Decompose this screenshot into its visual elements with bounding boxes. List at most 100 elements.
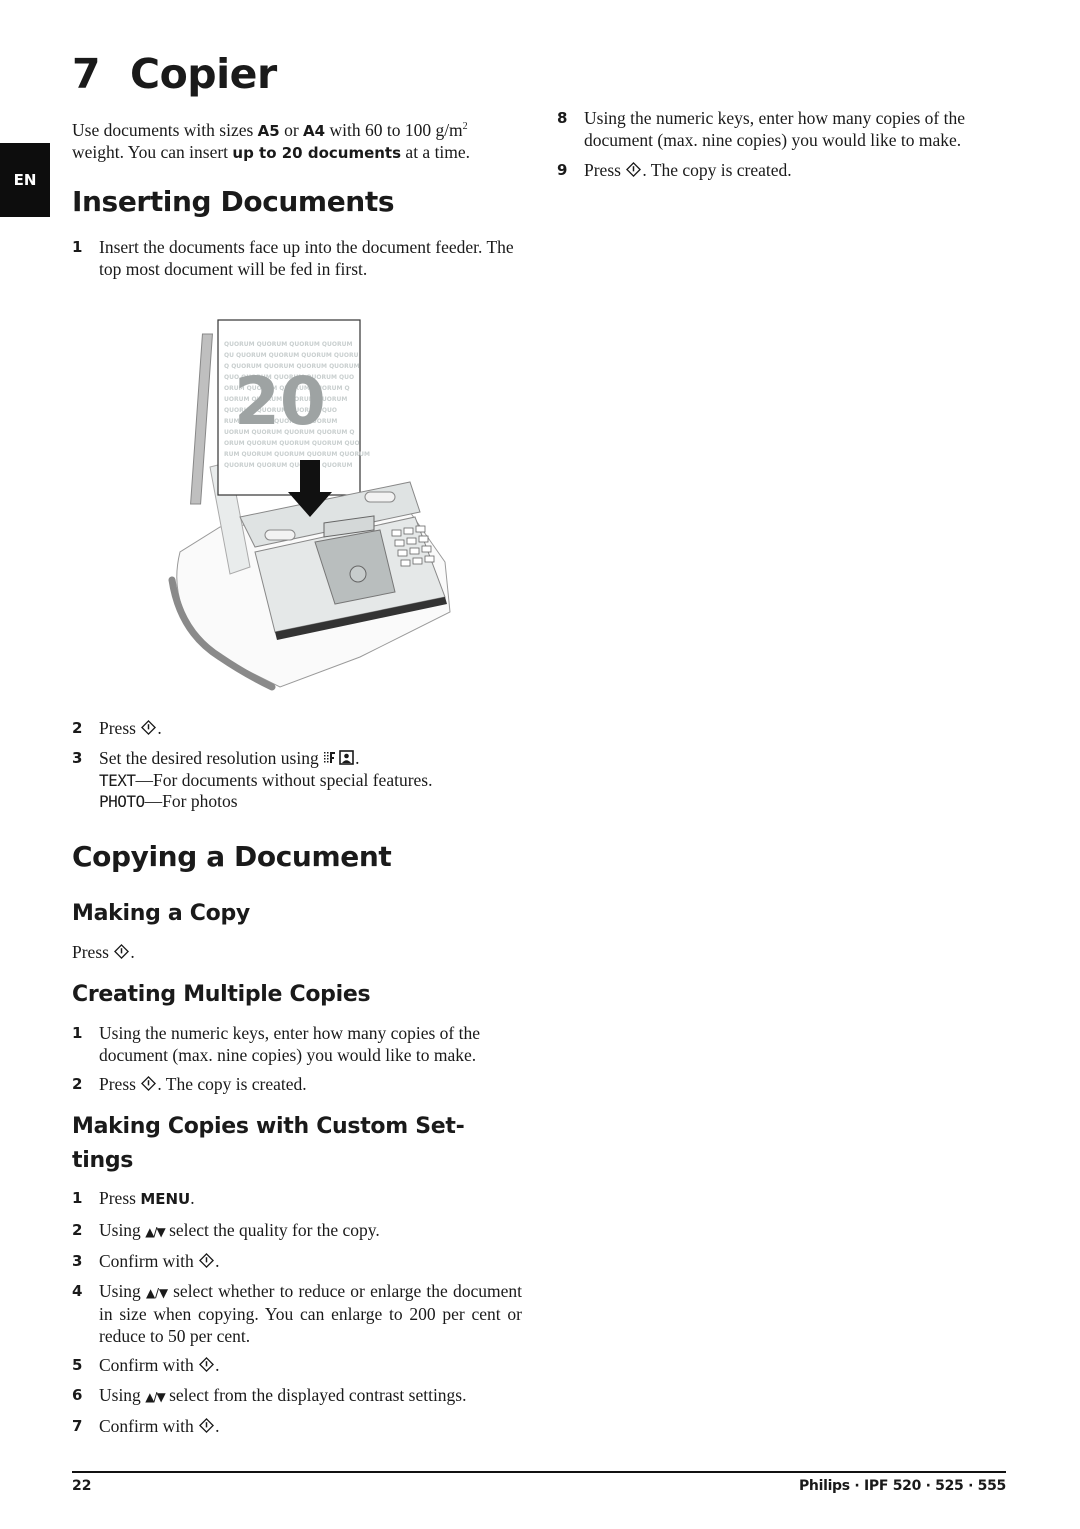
intro-paragraph: Use documents with sizes A5 or A4 with 6…	[72, 116, 524, 165]
chapter-number: 7	[72, 50, 101, 98]
step-text: Confirm with	[99, 1416, 199, 1436]
step-text: .	[355, 748, 360, 768]
start-key-icon	[199, 1418, 215, 1433]
step-text: .	[190, 1188, 195, 1208]
step-text: select from the displayed contrast setti…	[164, 1384, 467, 1405]
intro-size-a4: A4	[303, 121, 326, 140]
page-number: 22	[72, 1478, 92, 1494]
step-text: Using	[99, 1219, 146, 1240]
custom-step-8: 8 Using the numeric keys, enter how many…	[557, 108, 1007, 151]
heading-multiple-copies: Creating Multiple Copies	[72, 982, 371, 1007]
svg-text:ORUM QUORUM QUORUM QUORUM QUO: ORUM QUORUM QUORUM QUORUM QUO	[224, 440, 360, 447]
menu-key: MENU	[140, 1190, 191, 1208]
up-down-arrow-icon: ▲/▼	[146, 1285, 169, 1300]
heading-inserting-documents: Inserting Documents	[72, 185, 395, 218]
multiple-step-1: 1 Using the numeric keys, enter how many…	[72, 1023, 524, 1066]
step-number: 3	[72, 1252, 83, 1270]
heading-copying-document: Copying a Document	[72, 840, 392, 873]
start-key-icon	[141, 720, 157, 735]
heading-line: tings	[72, 1148, 134, 1173]
feeder-guide-right	[364, 491, 396, 503]
step-text: Set the desired resolution using	[99, 748, 324, 768]
insert-step-3: 3 Set the desired resolution using . TEX…	[72, 748, 524, 813]
step-text: select the quality for the copy.	[164, 1219, 380, 1240]
insert-step-1: 1 Insert the documents face up into the …	[72, 237, 524, 280]
step-number: 6	[72, 1385, 83, 1404]
step-number: 7	[72, 1417, 83, 1435]
step-text: Insert the documents face up into the do…	[99, 237, 514, 279]
making-copy-text: Press .	[72, 942, 135, 964]
language-tab: EN	[0, 143, 50, 217]
language-tab-label: EN	[13, 171, 37, 189]
step-text: Press	[72, 942, 114, 962]
step-text: Confirm with	[99, 1251, 199, 1271]
intro-text: with 60 to 100 g/m	[325, 119, 463, 140]
feeder-guide-left	[264, 529, 296, 541]
intro-text: at a time.	[401, 142, 471, 163]
photo-mode-key: PHOTO	[99, 792, 145, 811]
multiple-step-2: 2 Press . The copy is created.	[72, 1074, 524, 1096]
step-text: Press	[99, 718, 141, 738]
intro-text: or	[279, 119, 304, 140]
custom-step: 1 Press MENU.	[72, 1188, 522, 1211]
step-number: 4	[72, 1281, 83, 1300]
start-key-icon	[141, 1076, 157, 1091]
custom-step-9: 9 Press . The copy is created.	[557, 160, 1007, 182]
start-key-icon	[199, 1357, 215, 1372]
step-text: .	[215, 1251, 220, 1271]
step-number: 2	[72, 1075, 83, 1093]
step-number: 1	[72, 1189, 83, 1207]
step-text: . The copy is created.	[642, 160, 792, 180]
custom-step: 3 Confirm with .	[72, 1251, 522, 1273]
start-key-icon	[199, 1253, 215, 1268]
stack-count-label: 20	[234, 363, 326, 440]
step-number: 3	[72, 749, 83, 767]
svg-text:RUM QUORUM QUORUM QUORUM QUORU: RUM QUORUM QUORUM QUORUM QUORUM	[224, 451, 370, 458]
step-number: 2	[72, 719, 83, 737]
footer-product-name: Philips · IPF 520 · 525 · 555	[798, 1478, 1006, 1494]
step-text: . The copy is created.	[157, 1074, 307, 1094]
custom-steps-list: 1 Press MENU. 2 Using ▲/▼ select the qua…	[72, 1188, 522, 1438]
step-text: Using	[99, 1384, 146, 1405]
up-down-arrow-icon: ▲/▼	[145, 1389, 165, 1404]
step-text: .	[157, 718, 162, 738]
custom-step: 7 Confirm with .	[72, 1416, 522, 1438]
custom-step: 6 Using ▲/▼ select from the displayed co…	[72, 1385, 522, 1409]
up-down-arrow-icon: ▲/▼	[145, 1224, 165, 1239]
step-text: Press	[99, 1074, 141, 1094]
chapter-title: 7 Copier	[72, 48, 277, 100]
intro-document-limit: up to 20 documents	[232, 144, 402, 163]
text-mode-desc: —For documents without special features.	[135, 769, 433, 790]
intro-size-a5: A5	[257, 121, 280, 140]
paper-stack-edge	[190, 333, 213, 505]
insert-step-2: 2 Press .	[72, 718, 524, 740]
step-text: .	[215, 1355, 220, 1375]
custom-step: 2 Using ▲/▼ select the quality for the c…	[72, 1220, 522, 1244]
step-number: 8	[557, 109, 568, 127]
step-number: 2	[72, 1220, 83, 1239]
step-number: 5	[72, 1356, 83, 1374]
intro-text: weight. You can insert	[72, 142, 233, 163]
custom-step: 4 Using ▲/▼ select whether to reduce or …	[72, 1281, 522, 1348]
text-mode-key: TEXT	[99, 770, 136, 790]
start-key-icon	[114, 944, 130, 959]
custom-step: 5 Confirm with .	[72, 1355, 522, 1377]
step-text: Using the numeric keys, enter how many c…	[99, 1023, 481, 1065]
start-key-icon	[626, 162, 642, 177]
step-text: Press	[99, 1188, 141, 1208]
chapter-title-text: Copier	[130, 50, 277, 98]
heading-making-copy: Making a Copy	[72, 901, 250, 926]
step-number: 9	[557, 161, 568, 179]
svg-text:QU QUORUM QUORUM QUORUM QUORU: QU QUORUM QUORUM QUORUM QUORU	[224, 352, 359, 359]
heading-custom-settings: Making Copies with Custom Set- tings	[72, 1110, 532, 1178]
step-text: .	[130, 942, 135, 962]
footer-divider	[72, 1471, 1006, 1473]
step-text: Press	[584, 160, 626, 180]
svg-text:QUORUM QUORUM QUORUM QUORUM: QUORUM QUORUM QUORUM QUORUM	[224, 462, 352, 469]
svg-text:QUORUM QUORUM QUORUM QUORUM: QUORUM QUORUM QUORUM QUORUM	[224, 341, 352, 348]
fax-machine-illustration: QUORUM QUORUM QUORUM QUORUM QU QUORUM QU…	[168, 319, 451, 691]
panel-nav-wheel	[349, 565, 367, 583]
heading-line: Making Copies with Custom Set-	[72, 1114, 465, 1139]
step-text: Using	[99, 1280, 146, 1301]
step-text: Confirm with	[99, 1355, 199, 1375]
